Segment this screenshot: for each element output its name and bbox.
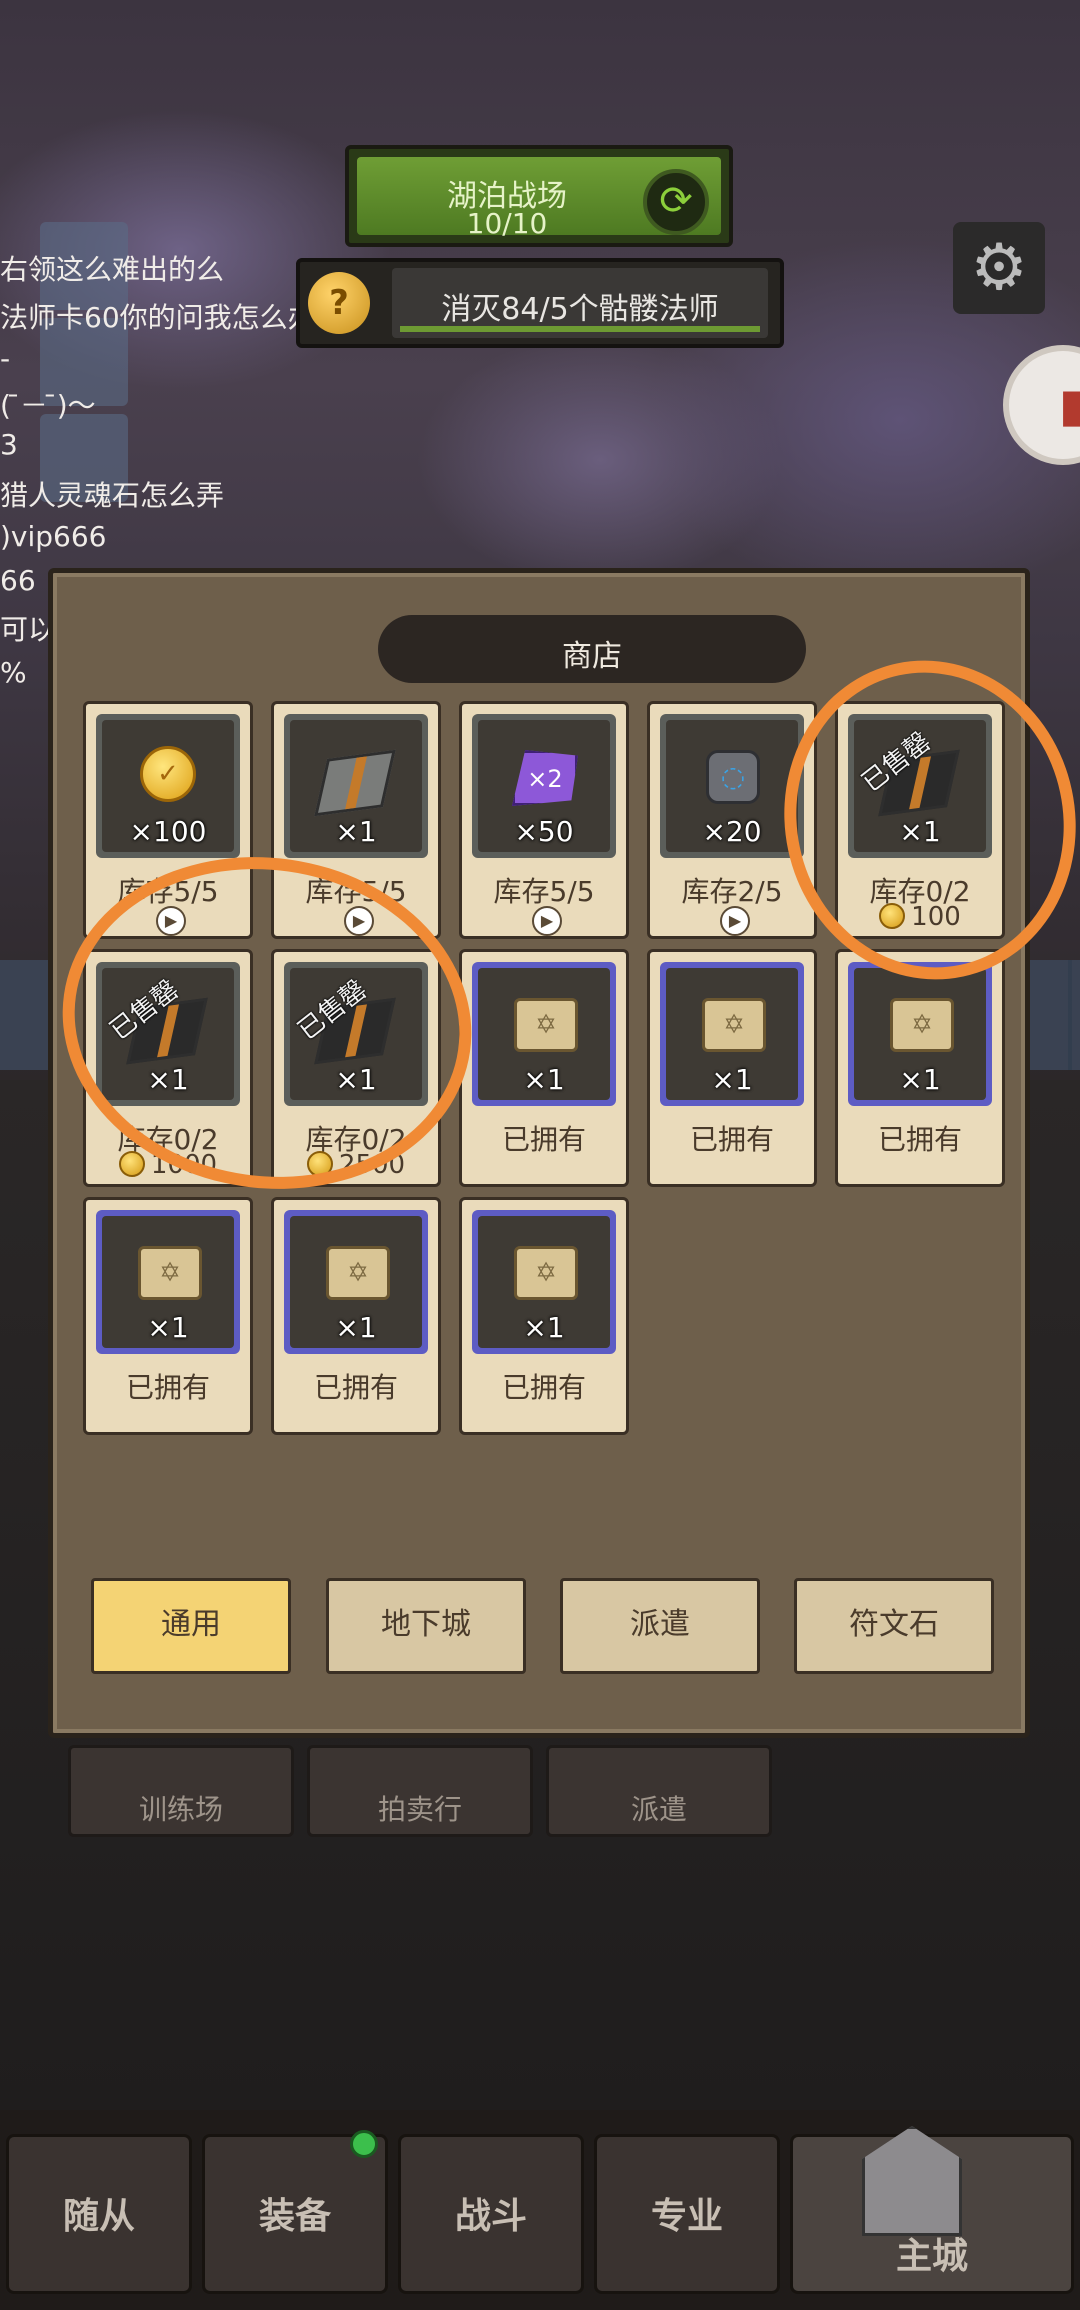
- quest-text-box: 消灭84/5个骷髅法师: [392, 268, 768, 338]
- nav-followers[interactable]: 随从: [6, 2134, 192, 2294]
- quest-bar[interactable]: ? 消灭84/5个骷髅法师: [296, 258, 784, 348]
- tome-icon: [314, 749, 396, 817]
- shop-title-bar: 商店: [378, 615, 806, 683]
- item-frame: ✡ ×1: [472, 1210, 616, 1354]
- stage-banner[interactable]: 湖泊战场 10/10 ⟳: [345, 145, 733, 247]
- rune-stone-icon: ◌: [706, 750, 760, 804]
- item-quantity: ×1: [523, 1311, 565, 1344]
- shop-item-crystal[interactable]: ×2 ×50 库存5/5 ▶: [459, 701, 629, 939]
- item-quantity: ×1: [711, 1063, 753, 1096]
- chat-message: -: [0, 342, 11, 375]
- settings-gear-icon[interactable]: ⚙: [953, 222, 1045, 314]
- stage-banner-inner: 湖泊战场 10/10 ⟳: [357, 157, 721, 240]
- item-well: ×2 ×50: [478, 720, 610, 852]
- tab-general[interactable]: 通用: [91, 1578, 291, 1674]
- item-quantity: ×1: [523, 1063, 565, 1096]
- gold-coin-icon: ✓: [140, 746, 196, 802]
- town-button-auction[interactable]: 拍卖行: [307, 1745, 533, 1837]
- item-stock: 库存2/5: [681, 875, 783, 908]
- nav-equipment[interactable]: 装备: [202, 2134, 388, 2294]
- item-well: ✡ ×1: [102, 1216, 234, 1348]
- item-well: ✓ ×100: [102, 720, 234, 852]
- scroll-icon: ✡: [890, 998, 954, 1052]
- chat-message: 法师卡60你的问我怎么办: [0, 301, 316, 334]
- shop-item-scroll[interactable]: ✡ ×1 已拥有: [647, 949, 817, 1187]
- watch-ad-play-icon[interactable]: ▶: [532, 906, 562, 936]
- chat-message: 66: [0, 564, 36, 597]
- item-frame: ×2 ×50: [472, 714, 616, 858]
- item-well: ✡ ×1: [854, 968, 986, 1100]
- town-button-label: 拍卖行: [377, 1793, 462, 1826]
- shop-title: 商店: [562, 639, 622, 674]
- item-owned-status: 已拥有: [689, 1123, 774, 1156]
- stage-progress: 10/10: [466, 207, 548, 240]
- item-well: ×1: [290, 720, 422, 852]
- shop-item-scroll[interactable]: ✡ ×1 已拥有: [459, 949, 629, 1187]
- item-quantity: ×20: [702, 815, 762, 848]
- shop-item-scroll[interactable]: ✡ ×1 已拥有: [835, 949, 1005, 1187]
- coin-icon: [118, 1151, 145, 1177]
- shop-item-scroll[interactable]: ✡ ×1 已拥有: [83, 1197, 253, 1435]
- town-button-dispatch[interactable]: 派遣: [546, 1745, 772, 1837]
- scroll-icon: ✡: [702, 998, 766, 1052]
- item-quantity: ×100: [129, 815, 207, 848]
- item-frame: ✡ ×1: [96, 1210, 240, 1354]
- item-quantity: ×50: [514, 815, 574, 848]
- item-owned-status: 已拥有: [877, 1123, 962, 1156]
- scroll-icon: ✡: [326, 1246, 390, 1300]
- item-well: ✡ ×1: [478, 1216, 610, 1348]
- item-stock: 库存5/5: [493, 875, 595, 908]
- nav-battle[interactable]: 战斗: [398, 2134, 584, 2294]
- refresh-icon[interactable]: ⟳: [643, 169, 709, 235]
- nav-profession[interactable]: 专业: [594, 2134, 780, 2294]
- shop-item-scroll[interactable]: ✡ ×1 已拥有: [459, 1197, 629, 1435]
- chat-message: )vip666: [0, 520, 107, 553]
- item-frame: ✡ ×1: [284, 1210, 428, 1354]
- watch-ad-play-icon[interactable]: ▶: [720, 906, 750, 936]
- chat-message: 3: [0, 428, 18, 461]
- item-owned-status: 已拥有: [501, 1123, 586, 1156]
- item-frame: ×1: [284, 714, 428, 858]
- item-frame: ✡ ×1: [848, 962, 992, 1106]
- shop-item-scroll[interactable]: ✡ ×1 已拥有: [271, 1197, 441, 1435]
- item-owned-status: 已拥有: [125, 1371, 210, 1404]
- tab-dungeon[interactable]: 地下城: [326, 1578, 526, 1674]
- chat-message: %: [0, 656, 27, 689]
- tab-rune-stone[interactable]: 符文石: [794, 1578, 994, 1674]
- item-quantity: ×1: [335, 815, 377, 848]
- item-quantity: ×1: [335, 1311, 377, 1344]
- scroll-icon: ✡: [138, 1246, 202, 1300]
- item-owned-status: 已拥有: [313, 1371, 398, 1404]
- item-well: ◌ ×20: [666, 720, 798, 852]
- town-button-training[interactable]: 训练场: [68, 1745, 294, 1837]
- tab-dispatch[interactable]: 派遣: [560, 1578, 760, 1674]
- town-button-label: 派遣: [630, 1793, 687, 1826]
- scroll-icon: ✡: [514, 998, 578, 1052]
- item-quantity: ×1: [147, 1311, 189, 1344]
- item-well: ✡ ×1: [666, 968, 798, 1100]
- item-well: ✡ ×1: [290, 1216, 422, 1348]
- chat-message: 右领这么难出的么: [0, 253, 225, 286]
- item-well: ✡ ×1: [478, 968, 610, 1100]
- item-frame: ◌ ×20: [660, 714, 804, 858]
- quest-text: 消灭84/5个骷髅法师: [441, 292, 719, 327]
- quest-coin-icon: ?: [308, 272, 370, 334]
- item-frame: ✓ ×100: [96, 714, 240, 858]
- scroll-icon: ✡: [514, 1246, 578, 1300]
- item-frame: ✡ ×1: [472, 962, 616, 1106]
- quest-progress-bar: [400, 326, 760, 332]
- town-button-label: 训练场: [138, 1793, 223, 1826]
- item-quantity: ×1: [899, 1063, 941, 1096]
- chat-message: ( ̄－ ̄)～: [0, 389, 96, 422]
- bottom-nav: 随从 装备 战斗 专业 主城: [0, 2110, 1080, 2310]
- item-owned-status: 已拥有: [501, 1371, 586, 1404]
- crystal-icon: ×2: [512, 750, 578, 806]
- chat-message: 猎人灵魂石怎么弄: [0, 479, 225, 512]
- item-frame: ✡ ×1: [660, 962, 804, 1106]
- notification-dot: [350, 2130, 378, 2158]
